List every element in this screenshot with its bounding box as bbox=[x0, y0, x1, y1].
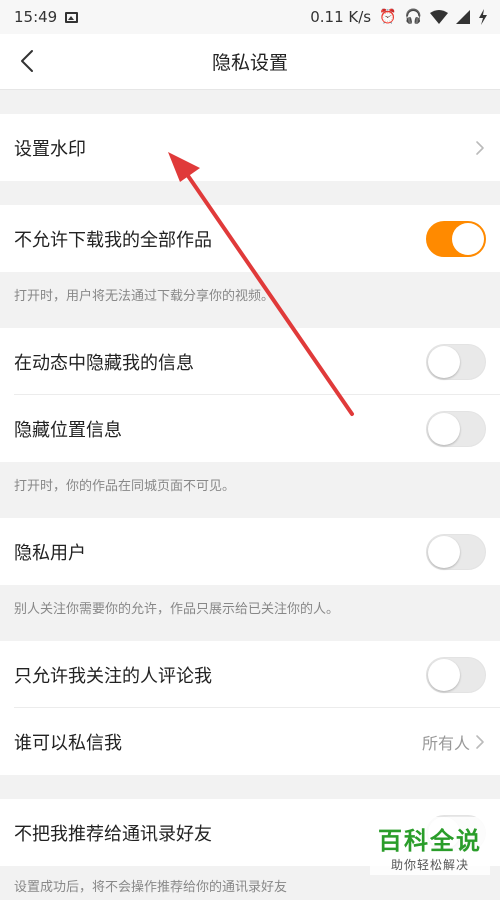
setting-comment-only-following: 只允许我关注的人评论我 bbox=[0, 641, 500, 708]
section-gap bbox=[0, 181, 500, 205]
image-notification-icon bbox=[65, 11, 79, 23]
signal-icon bbox=[456, 10, 470, 24]
private-user-toggle[interactable] bbox=[426, 533, 486, 570]
setting-comment-only-following-label: 只允许我关注的人评论我 bbox=[14, 665, 212, 687]
watermark-logo-sub: 助你轻松解决 bbox=[390, 858, 469, 872]
setting-hide-in-feed-label: 在动态中隐藏我的信息 bbox=[14, 352, 194, 374]
toggle-knob bbox=[428, 535, 460, 568]
comment-only-following-toggle[interactable] bbox=[426, 656, 486, 693]
setting-who-can-message[interactable]: 谁可以私信我 所有人 bbox=[0, 708, 500, 775]
status-bar: 15:49 0.11 K/s ⏰ 🎧 bbox=[0, 0, 500, 34]
toggle-knob bbox=[428, 345, 460, 378]
toggle-knob bbox=[428, 658, 460, 691]
toggle-knob bbox=[452, 222, 484, 255]
chevron-right-icon bbox=[476, 140, 484, 155]
hide-in-feed-toggle[interactable] bbox=[426, 343, 486, 380]
nav-bar: 隐私设置 bbox=[0, 34, 500, 90]
section-gap bbox=[0, 90, 500, 114]
section-gap bbox=[0, 775, 500, 799]
chevron-right-icon bbox=[476, 734, 484, 749]
no-download-toggle[interactable] bbox=[426, 220, 486, 257]
setting-who-can-message-right: 所有人 bbox=[422, 730, 486, 754]
toggle-knob bbox=[428, 412, 460, 445]
setting-watermark-label: 设置水印 bbox=[14, 138, 86, 160]
site-watermark-logo: 百科全说 助你轻松解决 bbox=[370, 817, 490, 875]
setting-private-user-label: 隐私用户 bbox=[14, 542, 86, 564]
watermark-logo-main: 百科全说 bbox=[378, 827, 482, 855]
private-user-hint: 别人关注你需要你的允许，作品只展示给已关注你的人。 bbox=[0, 585, 500, 641]
who-can-message-value: 所有人 bbox=[421, 733, 470, 753]
status-left: 15:49 bbox=[14, 8, 79, 26]
settings-list: 设置水印 不允许下载我的全部作品 打开时，用户将无法通过下载分享你的视频。 在动… bbox=[0, 90, 500, 900]
setting-watermark[interactable]: 设置水印 bbox=[0, 114, 500, 181]
status-right: 0.11 K/s ⏰ 🎧 bbox=[310, 8, 488, 26]
status-time: 15:49 bbox=[14, 8, 58, 26]
setting-hide-location-label: 隐藏位置信息 bbox=[14, 419, 122, 441]
setting-who-can-message-label: 谁可以私信我 bbox=[14, 732, 122, 754]
hide-location-toggle[interactable] bbox=[426, 410, 486, 447]
no-download-hint: 打开时，用户将无法通过下载分享你的视频。 bbox=[0, 272, 500, 328]
page-title: 隐私设置 bbox=[211, 52, 288, 74]
setting-watermark-right bbox=[474, 139, 486, 157]
setting-hide-in-feed: 在动态中隐藏我的信息 bbox=[0, 328, 500, 395]
setting-no-download-label: 不允许下载我的全部作品 bbox=[14, 229, 212, 251]
network-speed: 0.11 K/s bbox=[310, 8, 372, 26]
headphones-icon: 🎧 bbox=[404, 9, 422, 25]
wifi-icon bbox=[430, 10, 448, 24]
setting-no-recommend-contacts-label: 不把我推荐给通讯录好友 bbox=[14, 823, 212, 845]
setting-hide-location: 隐藏位置信息 bbox=[0, 395, 500, 462]
battery-charging-icon bbox=[479, 9, 487, 25]
setting-no-download: 不允许下载我的全部作品 bbox=[0, 205, 500, 272]
setting-private-user: 隐私用户 bbox=[0, 518, 500, 585]
alarm-icon: ⏰ bbox=[379, 9, 397, 25]
hide-location-hint: 打开时，你的作品在同城页面不可见。 bbox=[0, 462, 500, 518]
